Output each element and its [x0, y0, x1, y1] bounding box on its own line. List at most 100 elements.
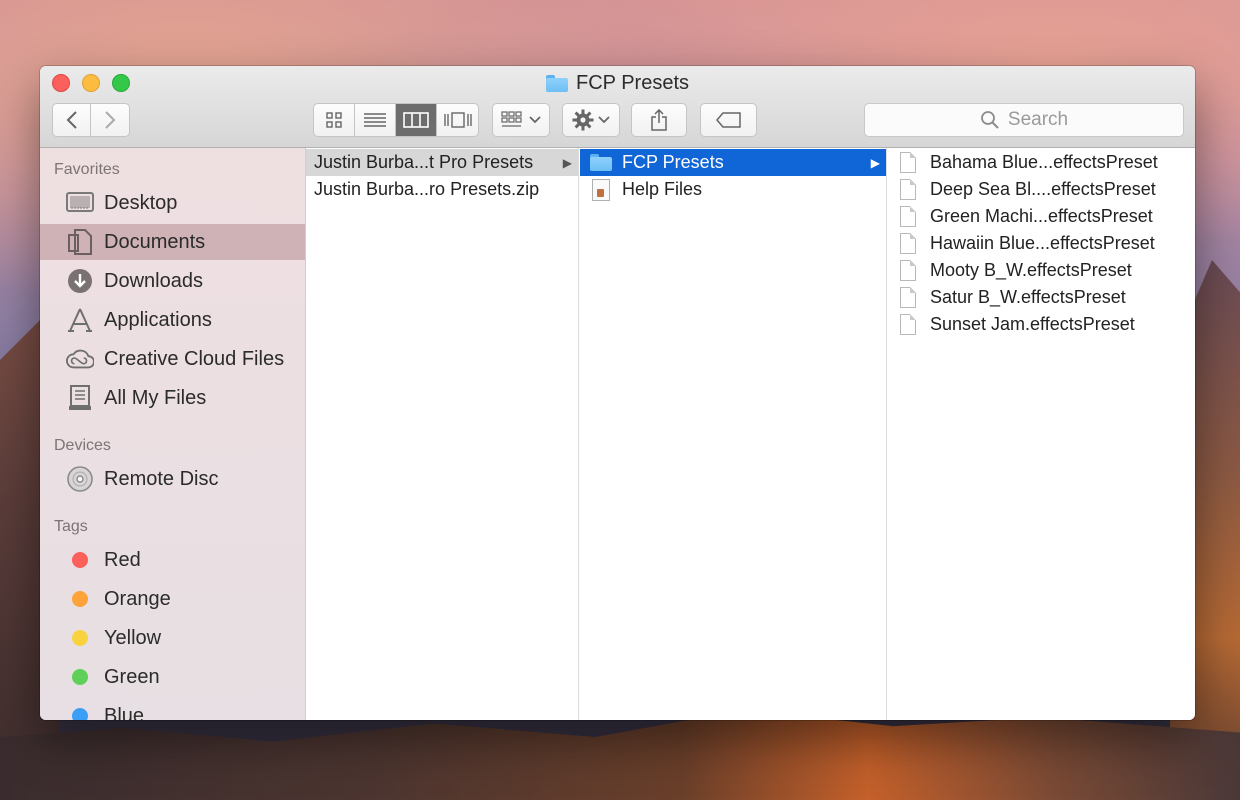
sidebar-item-label: Yellow	[104, 626, 162, 649]
columns-icon	[403, 112, 429, 128]
cover-flow-icon	[443, 112, 472, 128]
sidebar-item-remote-disc[interactable]: Remote Disc	[40, 461, 305, 497]
desktop-icon	[66, 190, 94, 216]
list-item[interactable]: Satur B_W.effectsPreset	[888, 284, 1195, 311]
column-2: FCP Presets ▶ Help Files	[580, 148, 887, 720]
tag-button[interactable]	[700, 103, 757, 137]
back-button[interactable]	[53, 104, 91, 136]
list-icon	[364, 113, 386, 127]
sidebar-item-label: Documents	[104, 230, 206, 253]
item-label: Sunset Jam.effectsPreset	[930, 314, 1135, 334]
creative-cloud-icon	[66, 346, 94, 372]
list-view-button[interactable]	[355, 104, 396, 136]
sidebar-header-devices: Devices	[54, 437, 111, 454]
window-title: FCP Presets	[40, 72, 1195, 95]
list-item[interactable]: Help Files	[580, 176, 886, 203]
list-item[interactable]: FCP Presets ▶	[580, 149, 886, 176]
sidebar-item-label: Downloads	[104, 269, 203, 292]
folder-icon	[546, 75, 568, 92]
action-button[interactable]	[562, 103, 620, 137]
grid-icon	[326, 112, 342, 128]
document-icon	[900, 206, 916, 227]
list-item[interactable]: Mooty B_W.effectsPreset	[888, 257, 1195, 284]
sidebar: Favorites Desktop Documents Downloads Ap…	[40, 148, 306, 720]
item-label: Deep Sea Bl....effectsPreset	[930, 179, 1156, 199]
search-placeholder: Search	[1007, 109, 1069, 130]
search-field[interactable]: Search	[864, 103, 1184, 137]
list-item[interactable]: Green Machi...effectsPreset	[888, 203, 1195, 230]
applications-icon	[66, 307, 94, 333]
sidebar-tag-green[interactable]: Green	[40, 659, 305, 695]
chevron-right-icon	[105, 111, 116, 129]
sidebar-item-label: Red	[104, 548, 141, 571]
item-label: Hawaiin Blue...effectsPreset	[930, 233, 1155, 253]
sidebar-item-creative-cloud[interactable]: Creative Cloud Files	[40, 341, 305, 377]
share-icon	[651, 109, 667, 131]
tag-icon	[715, 112, 741, 128]
search-icon	[980, 111, 999, 129]
list-item[interactable]: Justin Burba...ro Presets.zip	[306, 176, 578, 203]
column-1: Justin Burba...t Pro Presets ▶ Justin Bu…	[306, 148, 579, 720]
item-label: FCP Presets	[622, 152, 724, 172]
list-item[interactable]: Justin Burba...t Pro Presets ▶	[306, 149, 578, 176]
desktop-mountain-bottom	[0, 710, 1240, 800]
icon-view-button[interactable]	[314, 104, 355, 136]
sidebar-item-label: Blue	[104, 704, 145, 721]
item-label: Green Machi...effectsPreset	[930, 206, 1153, 226]
sidebar-item-all-my-files[interactable]: All My Files	[40, 380, 305, 416]
sidebar-tag-red[interactable]: Red	[40, 542, 305, 578]
sidebar-item-label: All My Files	[104, 386, 207, 409]
list-item[interactable]: Hawaiin Blue...effectsPreset	[888, 230, 1195, 257]
sidebar-item-label: Green	[104, 665, 160, 688]
item-label: Satur B_W.effectsPreset	[930, 287, 1126, 307]
all-files-icon	[66, 385, 94, 411]
titlebar: FCP Presets Search	[40, 66, 1195, 148]
view-mode-control	[313, 103, 479, 137]
nav-buttons	[52, 103, 130, 137]
arrange-button[interactable]	[492, 103, 550, 137]
item-label: Justin Burba...t Pro Presets	[314, 152, 534, 172]
green-tag-dot-icon	[72, 669, 88, 685]
sidebar-header-tags: Tags	[54, 518, 88, 535]
document-icon	[900, 233, 916, 254]
sidebar-item-downloads[interactable]: Downloads	[40, 263, 305, 299]
cover-flow-button[interactable]	[437, 104, 478, 136]
list-item[interactable]: Sunset Jam.effectsPreset	[888, 311, 1195, 338]
blue-tag-dot-icon	[72, 708, 88, 720]
arrange-grid-icon	[501, 111, 522, 127]
sidebar-item-applications[interactable]: Applications	[40, 302, 305, 338]
item-label: Bahama Blue...effectsPreset	[930, 152, 1158, 172]
share-button[interactable]	[631, 103, 687, 137]
sidebar-tag-blue[interactable]: Blue	[40, 698, 305, 720]
sidebar-item-documents[interactable]: Documents	[40, 224, 305, 260]
sidebar-item-desktop[interactable]: Desktop	[40, 185, 305, 221]
sidebar-item-label: Applications	[104, 308, 212, 331]
column-view-button[interactable]	[396, 104, 437, 136]
gear-icon	[572, 109, 594, 131]
help-file-icon	[592, 178, 610, 201]
sidebar-header-favorites: Favorites	[54, 161, 120, 178]
downloads-icon	[66, 268, 94, 294]
red-tag-dot-icon	[72, 552, 88, 568]
forward-button[interactable]	[91, 104, 129, 136]
list-item[interactable]: Deep Sea Bl....effectsPreset	[888, 176, 1195, 203]
item-label: Justin Burba...ro Presets.zip	[314, 179, 540, 199]
window-title-text: FCP Presets	[576, 72, 689, 94]
document-icon	[900, 179, 916, 200]
disclosure-arrow-icon: ▶	[870, 155, 880, 170]
disclosure-arrow-icon: ▶	[562, 155, 572, 170]
yellow-tag-dot-icon	[72, 630, 88, 646]
document-icon	[900, 314, 916, 335]
column-3: Bahama Blue...effectsPreset Deep Sea Bl.…	[888, 148, 1195, 720]
finder-window: FCP Presets Search Favorites Desktop Doc…	[40, 66, 1195, 720]
item-label: Mooty B_W.effectsPreset	[930, 260, 1132, 280]
disc-icon	[66, 466, 94, 492]
sidebar-tag-orange[interactable]: Orange	[40, 581, 305, 617]
document-icon	[900, 152, 916, 173]
list-item[interactable]: Bahama Blue...effectsPreset	[888, 149, 1195, 176]
sidebar-tag-yellow[interactable]: Yellow	[40, 620, 305, 656]
documents-icon	[66, 229, 94, 255]
chevron-left-icon	[66, 111, 77, 129]
sidebar-item-label: Desktop	[104, 191, 178, 214]
folder-icon	[590, 154, 612, 171]
